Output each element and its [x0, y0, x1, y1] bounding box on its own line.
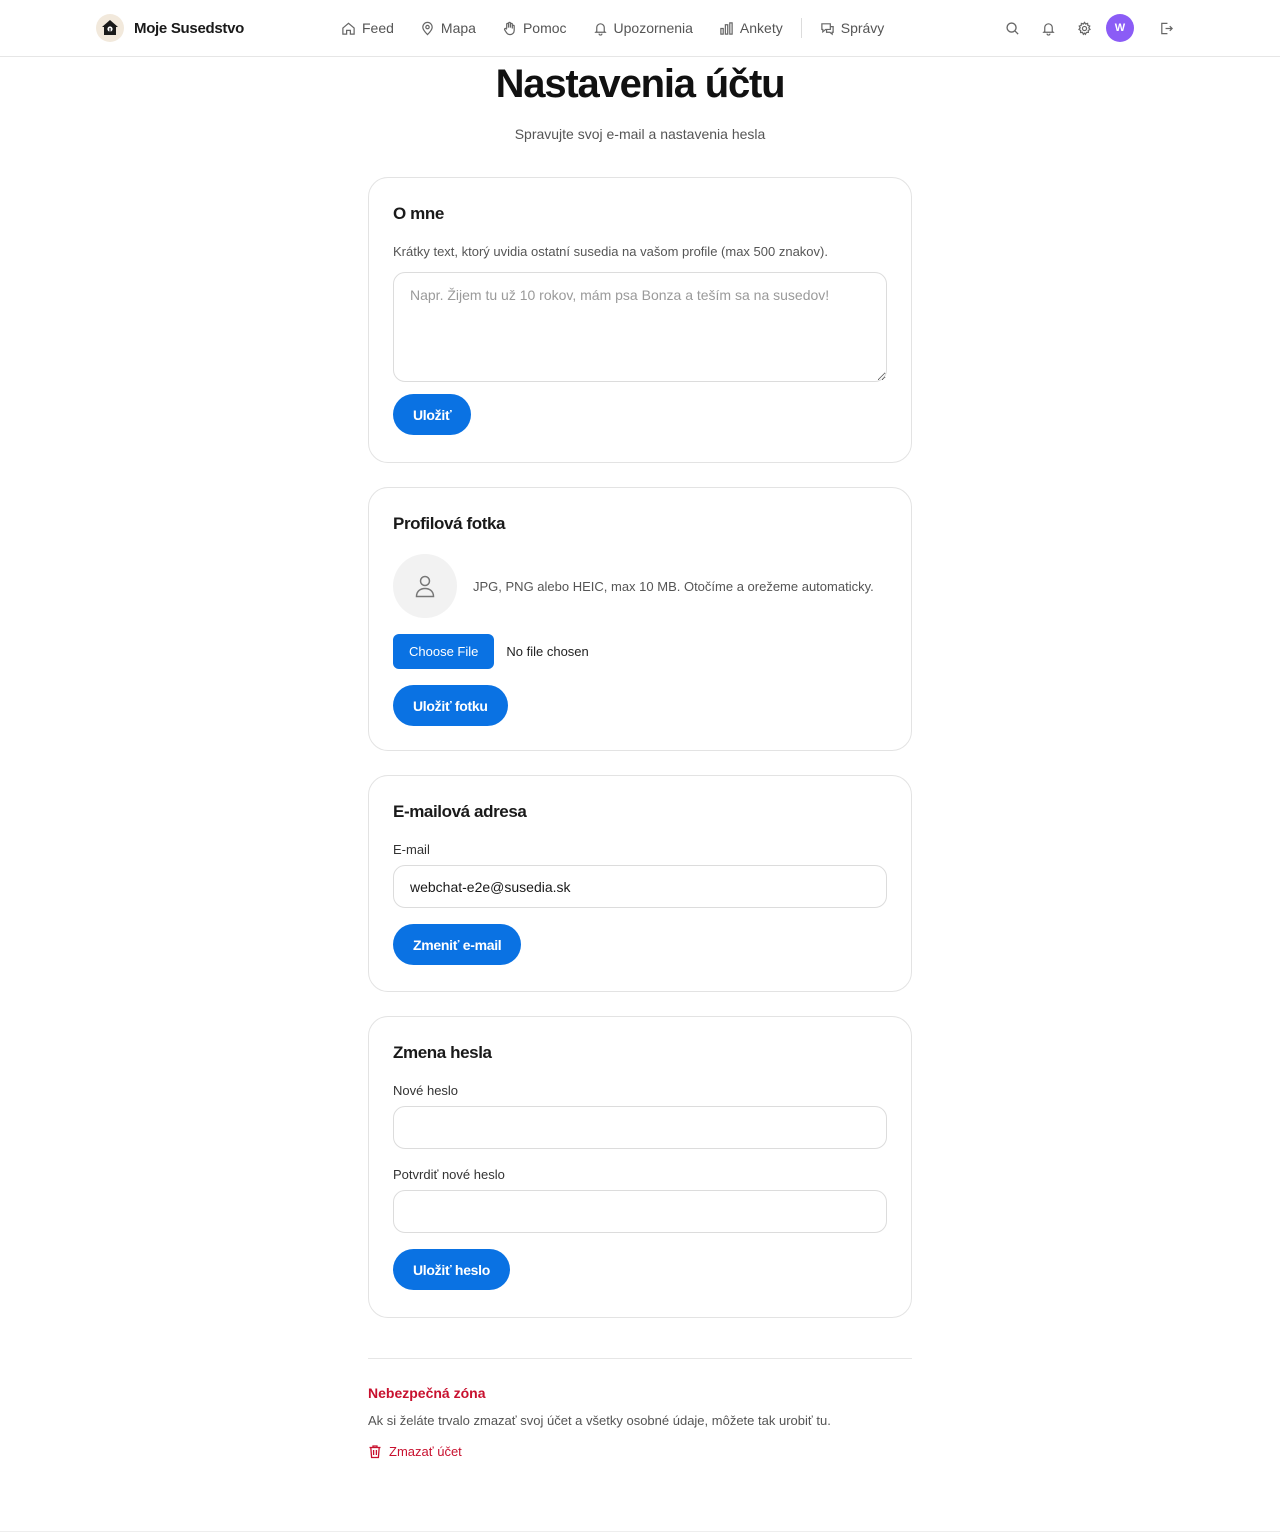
nav-item-messages[interactable]: Správy [820, 15, 885, 41]
save-about-button[interactable]: Uložiť [393, 394, 472, 435]
delete-account-link[interactable]: Zmazať účet [368, 1444, 462, 1459]
nav-label: Správy [840, 20, 885, 36]
photo-row: JPG, PNG alebo HEIC, max 10 MB. Otočíme … [393, 554, 887, 618]
nav-item-help[interactable]: Pomoc [502, 15, 567, 41]
photo-hint: JPG, PNG alebo HEIC, max 10 MB. Otočíme … [473, 578, 874, 594]
profile-photo-card: Profilová fotka JPG, PNG alebo HEIC, max… [368, 487, 912, 751]
map-pin-icon [422, 21, 433, 35]
password-card: Zmena hesla Nové heslo Potvrdiť nové hes… [368, 1016, 912, 1318]
user-avatar[interactable]: W [1106, 14, 1134, 42]
about-card: O mne Krátky text, ktorý uvidia ostatní … [368, 177, 912, 463]
about-description: Krátky text, ktorý uvidia ostatní susedi… [393, 244, 828, 259]
nav-item-feed[interactable]: Feed [341, 15, 394, 41]
brand-link[interactable]: Moje Susedstvo [96, 14, 244, 42]
page-title: Nastavenia účtu [495, 62, 786, 106]
nav-label: Feed [362, 20, 394, 36]
save-photo-button[interactable]: Uložiť fotku [393, 685, 508, 726]
change-email-button[interactable]: Zmeniť e-mail [393, 924, 522, 965]
choose-file-button[interactable]: Choose File [393, 634, 495, 669]
danger-zone-title: Nebezpečná zóna [368, 1385, 486, 1401]
email-card: E-mailová adresa E-mail Zmeniť e-mail [368, 775, 912, 992]
card-title: Profilová fotka [393, 514, 506, 533]
nav-item-alerts[interactable]: Upozornenia [593, 15, 693, 41]
bell-icon [1041, 22, 1055, 36]
settings-button[interactable] [1070, 14, 1098, 42]
nav-item-polls[interactable]: Ankety [719, 15, 783, 41]
email-label: E-mail [393, 842, 430, 857]
search-button[interactable] [998, 14, 1026, 42]
card-title: E-mailová adresa [393, 802, 527, 821]
nav-label: Mapa [440, 20, 476, 36]
footer-divider [0, 1531, 1280, 1532]
danger-divider [368, 1358, 912, 1359]
hand-icon [503, 21, 515, 35]
confirm-password-label: Potvrdiť nové heslo [393, 1167, 505, 1182]
file-input: Choose File No file chosen [393, 634, 887, 669]
top-navbar: Moje Susedstvo Feed Mapa Pomoc Upozornen… [0, 0, 1280, 57]
new-password-label: Nové heslo [393, 1083, 459, 1098]
notifications-button[interactable] [1034, 14, 1062, 42]
home-icon [342, 22, 355, 35]
bar-chart-icon [720, 21, 733, 35]
logout-button[interactable] [1152, 14, 1180, 42]
delete-account-label: Zmazať účet [389, 1444, 462, 1459]
email-field[interactable] [393, 865, 887, 908]
new-password-field[interactable] [393, 1106, 887, 1149]
danger-zone-description: Ak si želáte trvalo zmazať svoj účet a v… [368, 1413, 831, 1428]
file-status: No file chosen [506, 644, 589, 659]
nav-divider [800, 18, 802, 38]
trash-icon [369, 1445, 381, 1459]
nav-label: Upozornenia [613, 20, 693, 36]
bell-icon [593, 22, 607, 36]
header-actions: W [990, 14, 1180, 42]
gear-icon [1077, 20, 1091, 35]
main-nav: Feed Mapa Pomoc Upozornenia Ankety Správ… [341, 15, 884, 41]
search-icon [1005, 21, 1019, 35]
card-title: Zmena hesla [393, 1043, 492, 1062]
nav-label: Ankety [739, 20, 783, 36]
save-password-button[interactable]: Uložiť heslo [393, 1249, 511, 1290]
nav-item-map[interactable]: Mapa [420, 15, 476, 41]
about-textarea[interactable] [393, 272, 887, 382]
chat-icon [821, 22, 834, 35]
user-icon [415, 575, 435, 598]
brand-name: Moje Susedstvo [134, 19, 244, 37]
logout-icon [1160, 22, 1173, 34]
house-logo-icon [96, 14, 124, 42]
avatar-placeholder [393, 554, 457, 618]
confirm-password-field[interactable] [393, 1190, 887, 1233]
card-title: O mne [393, 204, 444, 223]
page-subtitle: Spravujte svoj e-mail a nastavenia hesla [514, 126, 766, 142]
nav-label: Pomoc [522, 20, 567, 36]
